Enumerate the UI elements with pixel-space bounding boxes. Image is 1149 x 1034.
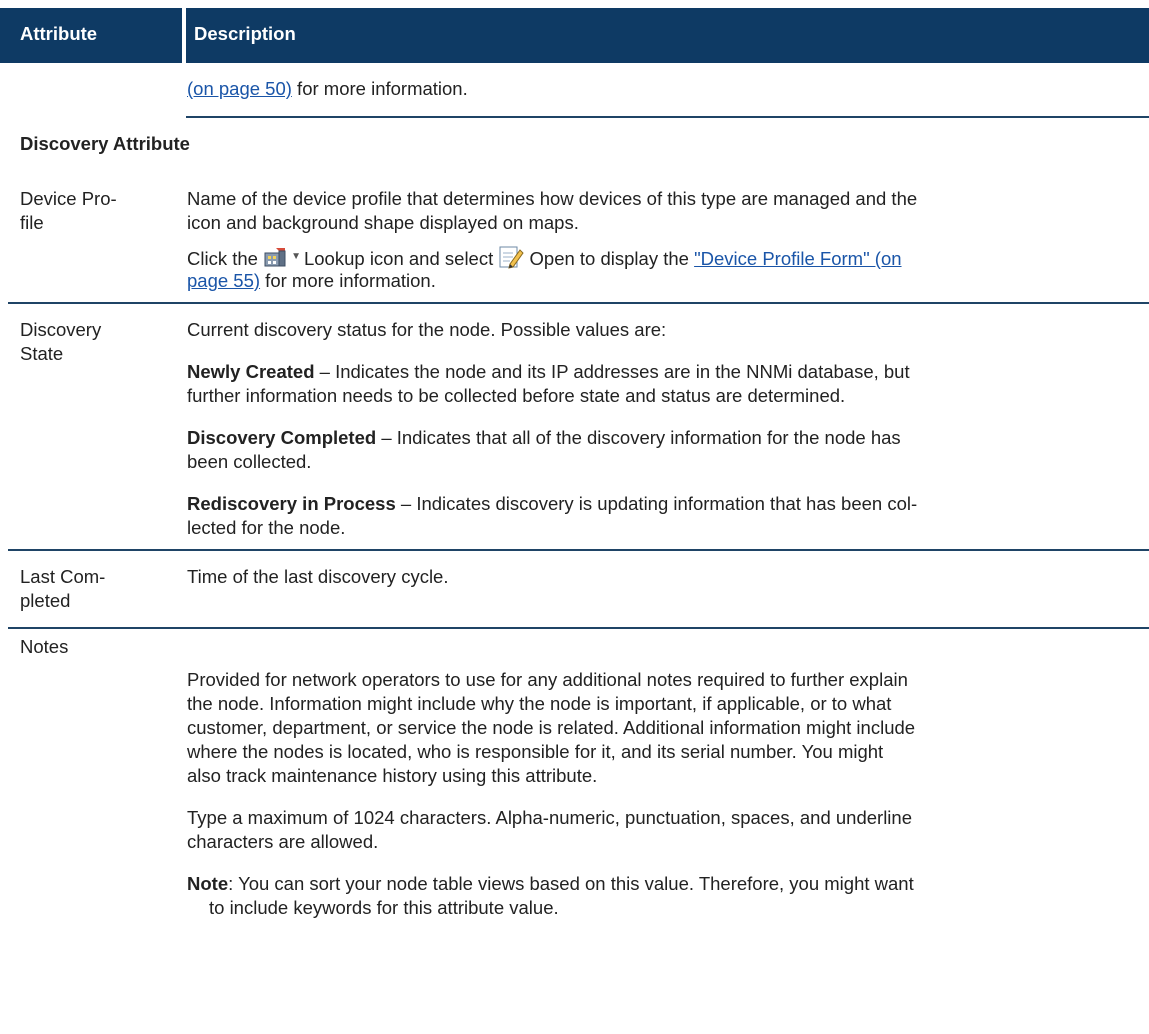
discovery-state-intro: Current discovery status for the node. P… — [187, 319, 667, 340]
notes-p1-line4: where the nodes is located, who is respo… — [187, 741, 884, 762]
notes-note-line2: to include keywords for this attribute v… — [209, 897, 559, 918]
rediscovery-line1: Rediscovery in Process – Indicates disco… — [187, 493, 918, 514]
header-attribute: Attribute — [20, 23, 98, 44]
attr-device-profile-line2: file — [20, 212, 44, 233]
newly-created-line1: Newly Created – Indicates the node and i… — [187, 361, 910, 382]
lookup-icon[interactable] — [263, 247, 287, 269]
notes-p2-line1: Type a maximum of 1024 characters. Alpha… — [187, 807, 912, 828]
completed-line1: Discovery Completed – Indicates that all… — [187, 427, 901, 448]
attr-last-completed-line1: Last Com- — [20, 566, 106, 587]
device-profile-desc-line2: icon and background shape displayed on m… — [187, 212, 579, 233]
notes-note-line1: Note: You can sort your node table views… — [187, 873, 914, 894]
header-separator — [182, 8, 186, 63]
section-title: Discovery Attribute — [20, 133, 190, 154]
attr-device-profile-line1: Device Pro- — [20, 188, 117, 209]
notes-p1-line5: also track maintenance history using thi… — [187, 765, 598, 786]
page-50-link[interactable]: (on page 50) — [187, 78, 292, 99]
newly-created-line2: further information needs to be collecte… — [187, 385, 846, 406]
attr-last-completed-line2: pleted — [20, 590, 71, 611]
open-icon[interactable] — [498, 244, 525, 270]
row-divider — [8, 549, 1149, 551]
last-completed-desc: Time of the last discovery cycle. — [187, 566, 449, 587]
device-profile-desc-line1: Name of the device profile that determin… — [187, 188, 918, 209]
attr-discovery-state-line2: State — [20, 343, 64, 364]
rediscovery-line2: lected for the node. — [187, 517, 346, 538]
row-divider — [8, 302, 1149, 304]
device-profile-click-line: Click the ▼ Lookup icon and select Open t… — [187, 244, 902, 271]
chevron-down-icon[interactable]: ▼ — [291, 251, 301, 262]
completed-line2: been collected. — [187, 451, 312, 472]
attr-notes: Notes — [20, 636, 69, 657]
notes-p1-line1: Provided for network operators to use fo… — [187, 669, 908, 690]
device-profile-form-link-cont[interactable]: page 55) — [187, 270, 260, 291]
notes-p1-line2: the node. Information might include why … — [187, 693, 892, 714]
attr-discovery-state-line1: Discovery — [20, 319, 102, 340]
top-row-text: (on page 50) for more information. — [187, 78, 468, 99]
table-header: Attribute Description — [0, 8, 1149, 63]
row-divider — [186, 116, 1149, 118]
device-profile-link-line2: page 55) for more information. — [187, 270, 436, 291]
notes-p2-line2: characters are allowed. — [187, 831, 379, 852]
row-divider — [8, 627, 1149, 629]
header-description: Description — [194, 23, 296, 44]
device-profile-form-link[interactable]: "Device Profile Form" (on — [694, 248, 901, 269]
notes-p1-line3: customer, department, or service the nod… — [187, 717, 916, 738]
